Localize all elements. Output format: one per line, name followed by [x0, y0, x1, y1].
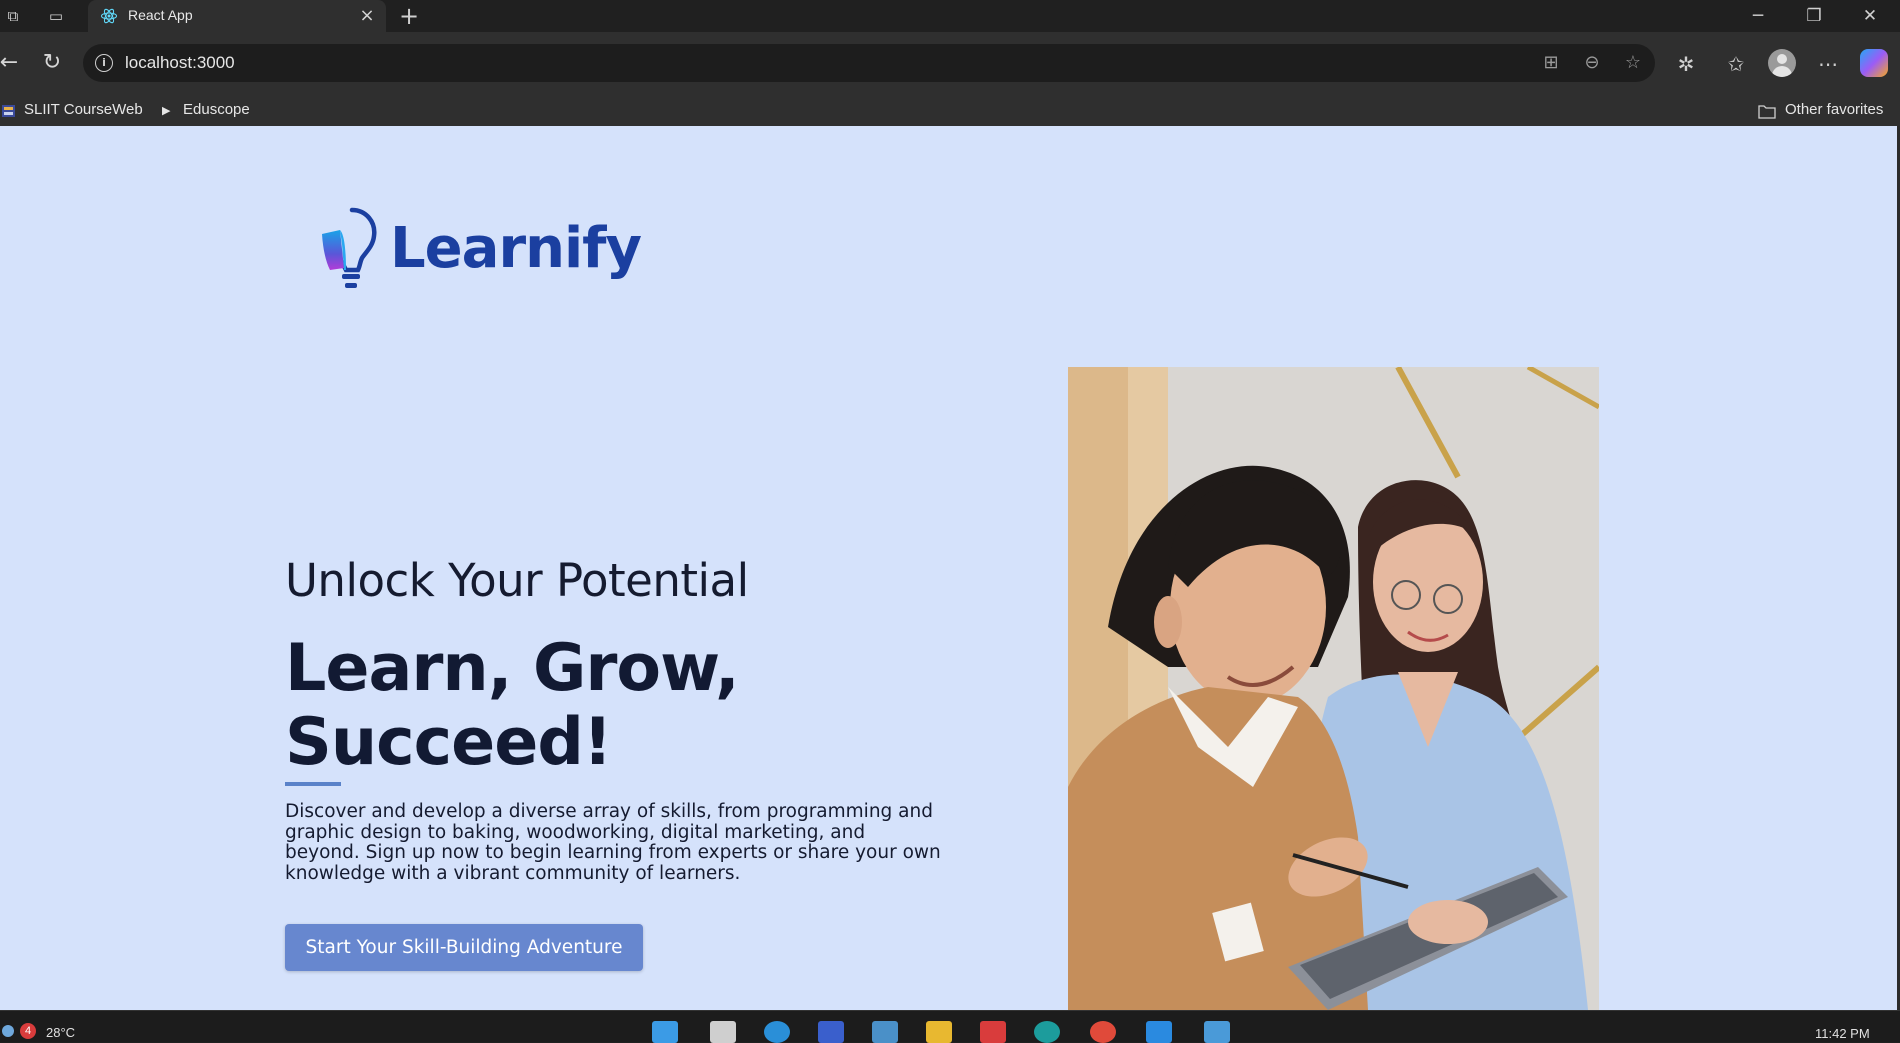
browser-tab-bar: ⧉ ▭ React App × + ─ ❐ ✕ [0, 0, 1900, 32]
profile-avatar[interactable] [1768, 49, 1796, 77]
favorites-bar: SLIIT CourseWeb ▶ Eduscope Other favorit… [0, 96, 1900, 126]
more-options-icon[interactable]: ⋯ [1812, 48, 1844, 80]
tab-react-app[interactable]: React App × [88, 0, 386, 32]
lightbulb-logo-icon [322, 207, 377, 288]
files-app-icon[interactable] [710, 1021, 736, 1043]
edge-icon[interactable] [764, 1021, 790, 1043]
hero-headline: Learn, Grow, Succeed! [285, 631, 740, 780]
copilot-icon[interactable] [1860, 49, 1888, 77]
app-available-icon[interactable]: ⊞ [1539, 51, 1563, 75]
windows-taskbar: 4 28°C 11:42 PM [0, 1010, 1900, 1043]
favorite-star-icon[interactable]: ☆ [1621, 51, 1645, 75]
new-tab-button[interactable]: + [396, 3, 422, 29]
start-adventure-button[interactable]: Start Your Skill-Building Adventure [285, 924, 643, 971]
url-text[interactable]: localhost:3000 [125, 53, 235, 73]
extensions-icon[interactable]: ✲ [1670, 48, 1702, 80]
hero-description: Discover and develop a diverse array of … [285, 801, 941, 884]
chevron-right-icon: ▶ [162, 105, 171, 117]
hero-divider [285, 782, 341, 786]
browser-toolbar: ← ↻ i localhost:3000 ⊞ ⊖ ☆ ✲ ✩ ⋯ [0, 32, 1900, 96]
address-bar[interactable]: i localhost:3000 ⊞ ⊖ ☆ [83, 44, 1655, 82]
weather-temp[interactable]: 28°C [46, 1025, 75, 1040]
app-red-icon[interactable] [980, 1021, 1006, 1043]
favorite-eduscope[interactable]: Eduscope [183, 101, 250, 118]
sliit-favicon-icon [2, 105, 15, 117]
back-arrow-icon[interactable]: ← [0, 48, 24, 78]
favorites-icon[interactable]: ✩ [1720, 48, 1752, 80]
refresh-icon[interactable]: ↻ [37, 48, 67, 78]
weather-cloud-icon [2, 1025, 14, 1037]
app-icon[interactable] [818, 1021, 844, 1043]
react-icon [100, 8, 118, 24]
favorite-sliit-courseweb[interactable]: SLIIT CourseWeb [24, 101, 143, 118]
logo-text: Learnify [390, 216, 642, 281]
close-tab-icon[interactable]: × [356, 5, 378, 27]
learnify-logo[interactable]: Learnify [318, 204, 642, 296]
notepad-icon[interactable] [1204, 1021, 1230, 1043]
chrome-icon[interactable] [1090, 1021, 1116, 1043]
workspaces-icon[interactable]: ⧉ [2, 5, 24, 27]
file-explorer-icon[interactable] [926, 1021, 952, 1043]
other-favorites[interactable]: Other favorites [1785, 101, 1883, 118]
hero-eyebrow: Unlock Your Potential [285, 554, 749, 607]
tab-title: React App [128, 7, 193, 23]
weather-badge: 4 [20, 1023, 36, 1039]
vscode-icon[interactable] [1146, 1021, 1172, 1043]
restore-icon[interactable]: ❐ [1786, 2, 1842, 30]
minimize-icon[interactable]: ─ [1730, 2, 1786, 30]
taskbar-clock[interactable]: 11:42 PM [1815, 1026, 1870, 1041]
page-viewport: Learnify Unlock Your Potential Learn, Gr… [0, 126, 1897, 1010]
zoom-out-icon[interactable]: ⊖ [1580, 51, 1604, 75]
folder-icon [1758, 105, 1776, 119]
close-window-icon[interactable]: ✕ [1842, 2, 1898, 30]
store-icon[interactable] [872, 1021, 898, 1043]
site-info-icon[interactable]: i [95, 54, 113, 72]
hero-photo [1068, 367, 1599, 1010]
tab-actions-icon[interactable]: ▭ [45, 5, 67, 27]
start-icon[interactable] [652, 1021, 678, 1043]
edge-active-icon[interactable] [1034, 1021, 1060, 1043]
